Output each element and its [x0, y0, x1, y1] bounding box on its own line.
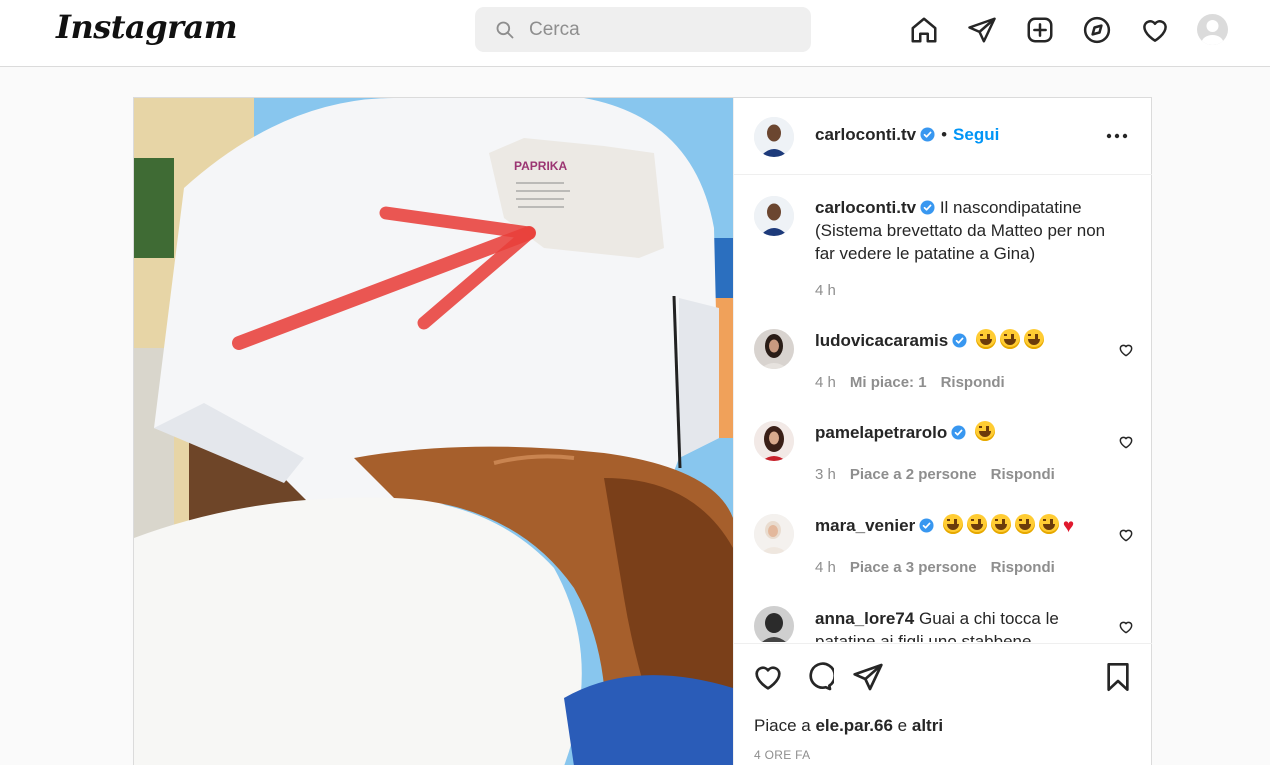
post-photo-illustration: PAPRIKA [134, 98, 733, 765]
caption-time[interactable]: 4 h [815, 282, 836, 299]
direct-messages-icon[interactable] [965, 13, 999, 47]
separator-dot: • [941, 125, 948, 144]
comment-username[interactable]: mara_venier [815, 516, 915, 535]
search-icon [496, 21, 514, 39]
comment-username[interactable]: pamelapetrarolo [815, 423, 947, 442]
top-navigation-bar: Instagram [0, 0, 1270, 67]
laughing-emoji [1014, 514, 1035, 534]
laughing-emoji [999, 329, 1020, 349]
comment-username[interactable]: ludovicacaramis [815, 331, 948, 350]
comment: anna_lore74 Guai a chi tocca le patatine… [815, 607, 1115, 642]
new-post-icon[interactable] [1023, 13, 1057, 47]
search-input[interactable] [529, 16, 789, 44]
verified-badge-icon [952, 333, 967, 348]
profile-avatar[interactable] [1197, 14, 1228, 45]
caption: carloconti.tv Il nascondipatatine (Siste… [815, 196, 1115, 265]
post-header: carloconti.tv • Segui [734, 98, 1152, 175]
laughing-emoji [1023, 329, 1044, 349]
verified-badge-icon [920, 200, 935, 215]
comment-time[interactable]: 4 h [815, 374, 836, 391]
caption-meta: 4 h [815, 282, 850, 299]
save-bookmark-icon[interactable] [1102, 661, 1134, 693]
activity-heart-icon[interactable] [1138, 13, 1172, 47]
likes-summary: Piace a ele.par.66 e altri [754, 716, 943, 736]
verified-badge-icon [919, 518, 934, 533]
comment-like-heart-icon[interactable] [1118, 342, 1134, 358]
comment-likes-count[interactable]: Piace a 3 persone [850, 559, 977, 576]
liked-by-user[interactable]: ele.par.66 [815, 716, 893, 735]
caption-username[interactable]: carloconti.tv [815, 198, 916, 217]
comment-time[interactable]: 3 h [815, 466, 836, 483]
verified-badge-icon [920, 127, 935, 142]
post-timestamp[interactable]: 4 ORE FA [754, 748, 810, 762]
comment-username[interactable]: anna_lore74 [815, 609, 914, 628]
comment: pamelapetrarolo [815, 421, 1115, 444]
comments-list[interactable]: carloconti.tv Il nascondipatatine (Siste… [734, 176, 1152, 642]
reply-button[interactable]: Rispondi [991, 466, 1055, 483]
likes-conjunction: e [892, 716, 912, 735]
author-username[interactable]: carloconti.tv [815, 125, 916, 144]
post-actions: Piace a ele.par.66 e altri 4 ORE FA [734, 643, 1152, 765]
laughing-emoji [1038, 514, 1059, 534]
like-heart-icon[interactable] [752, 661, 784, 693]
paprika-label: PAPRIKA [514, 159, 567, 173]
caption-author-avatar[interactable] [754, 196, 794, 236]
comment-likes-count[interactable]: Mi piace: 1 [850, 374, 927, 391]
share-icon[interactable] [852, 661, 884, 693]
post-side-panel: carloconti.tv • Segui carloconti.tv Il nas… [733, 98, 1152, 765]
comment-time[interactable]: 4 h [815, 559, 836, 576]
commenter-avatar[interactable] [754, 329, 794, 369]
comment-like-heart-icon[interactable] [1118, 527, 1134, 543]
comment-meta: 4 h Mi piace: 1 Rispondi [815, 374, 1019, 391]
reply-button[interactable]: Rispondi [991, 559, 1055, 576]
laughing-emoji [966, 514, 987, 534]
explore-icon[interactable] [1080, 13, 1114, 47]
comment-meta: 4 h Piace a 3 persone Rispondi [815, 559, 1069, 576]
search-box[interactable] [475, 7, 811, 52]
reply-button[interactable]: Rispondi [941, 374, 1005, 391]
likes-others-link[interactable]: altri [912, 716, 943, 735]
comment-meta: 3 h Piace a 2 persone Rispondi [815, 466, 1069, 483]
more-options-icon[interactable] [1104, 124, 1130, 148]
likes-prefix: Piace a [754, 716, 816, 735]
post-image[interactable]: PAPRIKA [134, 98, 733, 765]
comment-likes-count[interactable]: Piace a 2 persone [850, 466, 977, 483]
laughing-emoji [975, 329, 996, 349]
header-user-line: carloconti.tv • Segui [815, 125, 999, 145]
instagram-logo[interactable]: Instagram [56, 8, 238, 46]
author-avatar[interactable] [754, 117, 794, 157]
laughing-emoji [942, 514, 963, 534]
home-icon[interactable] [907, 13, 941, 47]
follow-button[interactable]: Segui [953, 125, 999, 144]
comment-icon[interactable] [802, 661, 837, 693]
verified-badge-icon [951, 425, 966, 440]
laughing-emoji [990, 514, 1011, 534]
comment-like-heart-icon[interactable] [1118, 619, 1134, 635]
comment: mara_venier ♥ [815, 514, 1115, 538]
commenter-avatar[interactable] [754, 514, 794, 554]
comment-like-heart-icon[interactable] [1118, 434, 1134, 450]
red-heart-emoji: ♥ [1062, 516, 1075, 537]
comment: ludovicacaramis [815, 329, 1115, 352]
commenter-avatar[interactable] [754, 606, 794, 642]
laughing-emoji [975, 421, 995, 441]
post-card: PAPRIKA carloconti.tv • Segui carloconti… [133, 97, 1152, 765]
commenter-avatar[interactable] [754, 421, 794, 461]
